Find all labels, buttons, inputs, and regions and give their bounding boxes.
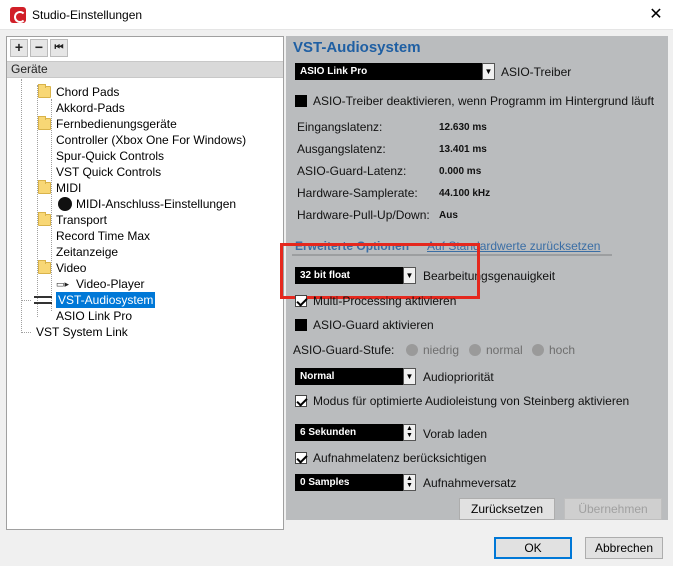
output-latency-label: Ausgangslatenz: [297,142,386,156]
add-icon[interactable]: + [10,39,28,57]
tree-item-chord-pads[interactable]: Chord Pads [38,84,119,100]
input-latency-label: Eingangslatenz: [297,120,383,134]
level-low-radio[interactable] [406,344,418,356]
apply-button[interactable]: Übernehmen [564,498,662,520]
title-bar: Studio-Einstellungen ✕ [0,0,673,30]
level-normal-label: normal [486,343,523,357]
stepper-arrows-icon: ▲ ▼ [403,424,416,441]
tree-item-video[interactable]: Video [38,260,86,276]
level-high-radio[interactable] [532,344,544,356]
midi-port-icon [58,197,72,211]
cancel-button[interactable]: Abbrechen [585,537,663,559]
deactivate-driver-checkbox[interactable] [295,95,307,107]
tree-item-transport[interactable]: Transport [38,212,107,228]
reset-button[interactable]: Zurücksetzen [459,498,555,520]
folder-icon [38,180,51,194]
chevron-down-icon: ▼ [482,63,495,80]
tree-item-akkord-pads[interactable]: Akkord-Pads [56,100,125,116]
settings-pane: VST-Audiosystem ASIO Link Pro ▼ ASIO-Tre… [280,36,668,520]
tree-item-midi[interactable]: MIDI [38,180,81,196]
deactivate-driver-label: ASIO-Treiber deaktivieren, wenn Programm… [313,94,655,108]
samplerate-label: Hardware-Samplerate: [297,186,418,200]
input-latency-value: 12.630 ms [439,122,487,133]
preload-label: Vorab laden [423,427,488,441]
panel-title: VST-Audiosystem [293,39,421,56]
tree-connector [21,300,31,301]
highlight-box [280,243,480,299]
asioguard-latency-value: 0.000 ms [439,166,482,177]
stepper-arrows-icon: ▲ ▼ [403,474,416,491]
tree-item-fernbedienungsgeraete[interactable]: Fernbedienungsgeräte [38,116,177,132]
record-offset-stepper[interactable]: 0 Samples ▲ ▼ [295,474,416,491]
steinberg-mode-label: Modus für optimierte Audioleistung von S… [313,394,630,408]
folder-icon [38,116,51,130]
asio-driver-select[interactable]: ASIO Link Pro ▼ [295,63,495,80]
output-latency-value: 13.401 ms [439,144,487,155]
preload-stepper[interactable]: 6 Sekunden ▲ ▼ [295,424,416,441]
folder-icon [38,84,51,98]
close-icon[interactable]: ✕ [645,4,667,26]
priority-select[interactable]: Normal ▼ [295,368,416,385]
ok-button[interactable]: OK [494,537,572,559]
tree-item-spur-quick-controls[interactable]: Spur-Quick Controls [56,148,164,164]
pullup-value: Aus [439,210,458,221]
asioguard-level-label: ASIO-Guard-Stufe: [293,343,395,357]
window-title: Studio-Einstellungen [32,8,143,22]
tree-item-record-time-max[interactable]: Record Time Max [56,228,150,244]
multiprocessing-checkbox[interactable] [295,295,307,307]
tree-item-asio-link-pro[interactable]: ASIO Link Pro [56,308,132,324]
device-tree-pane: + − ⏮ Geräte Chord Pads Akkord-Pads Fern… [6,36,284,530]
tree-item-video-player[interactable]: ▭▸ Video-Player [56,276,144,292]
reset-icon[interactable]: ⏮ [50,39,68,57]
chevron-down-icon: ▼ [403,368,416,385]
record-latency-label: Aufnahmelatenz berücksichtigen [313,451,487,465]
tree-item-controller[interactable]: Controller (Xbox One For Windows) [56,132,246,148]
steinberg-mode-checkbox[interactable] [295,395,307,407]
video-player-icon: ▭▸ [56,279,70,289]
samplerate-value: 44.100 kHz [439,188,491,199]
device-tree: Chord Pads Akkord-Pads Fernbedienungsger… [7,79,283,529]
audio-system-icon [34,296,52,304]
asio-driver-label: ASIO-Treiber [501,65,572,79]
priority-label: Audiopriorität [423,370,494,384]
folder-icon [38,260,51,274]
tree-item-midi-anschluss[interactable]: MIDI-Anschluss-Einstellungen [58,196,236,212]
tree-header: Geräte [7,61,283,78]
tree-item-vst-quick-controls[interactable]: VST Quick Controls [56,164,161,180]
pullup-label: Hardware-Pull-Up/Down: [297,208,430,222]
tree-item-zeitanzeige[interactable]: Zeitanzeige [56,244,118,260]
folder-icon [38,212,51,226]
tree-connector [21,79,22,331]
asioguard-label: ASIO-Guard aktivieren [313,318,434,332]
level-low-label: niedrig [423,343,460,357]
tree-connector [21,332,31,333]
tree-item-vst-audiosystem[interactable]: VST-Audiosystem [34,292,156,308]
remove-icon[interactable]: − [30,39,48,57]
asioguard-latency-label: ASIO-Guard-Latenz: [297,164,407,178]
level-normal-radio[interactable] [469,344,481,356]
cubase-app-icon [10,7,26,23]
asioguard-checkbox[interactable] [295,319,307,331]
record-offset-label: Aufnahmeversatz [423,476,517,490]
record-latency-checkbox[interactable] [295,452,307,464]
multiprocessing-label: Multi-Processing aktivieren [313,294,457,308]
tree-item-vst-system-link[interactable]: VST System Link [36,324,128,340]
tree-connector [51,99,52,311]
level-high-label: hoch [549,343,576,357]
